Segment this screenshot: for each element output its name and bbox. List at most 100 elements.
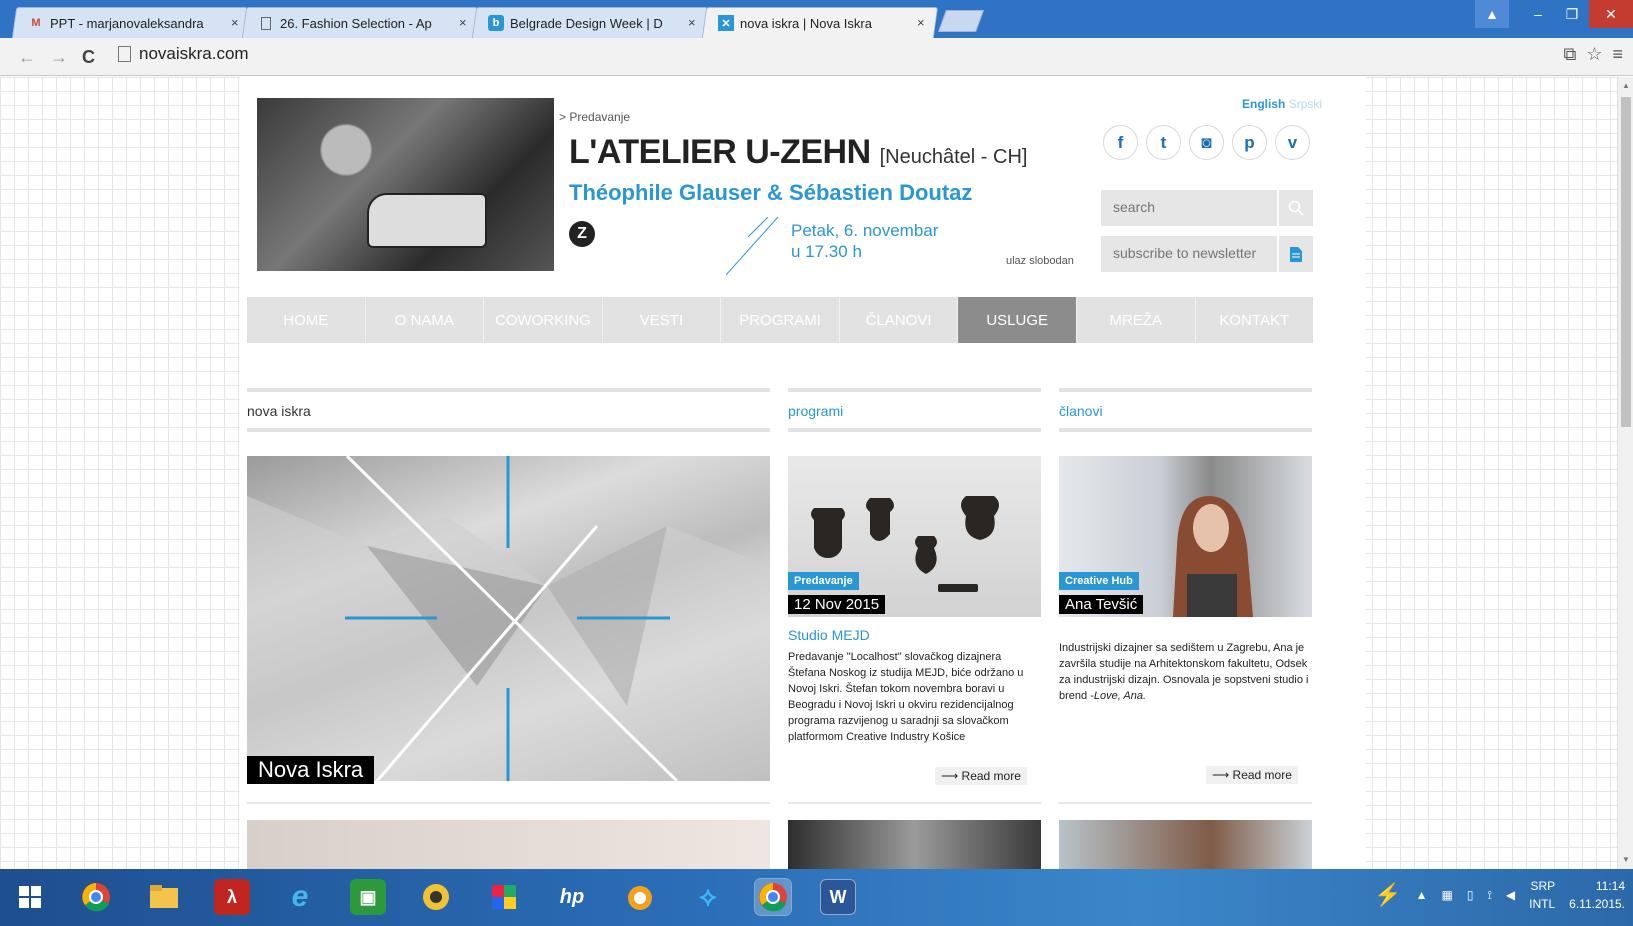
event-location: [Neuchâtel - CH] [879,146,1028,168]
search-input[interactable] [1113,199,1273,215]
newsletter-field [1101,236,1313,272]
program-description: Predavanje "Localhost" slovačkog dizajne… [788,651,1024,743]
forward-icon[interactable]: → [50,47,68,68]
nav-usluge[interactable]: USLUGE [958,297,1077,343]
show-hidden-icons-icon[interactable]: ▲ [1416,888,1428,902]
word-icon[interactable]: W [820,879,856,915]
next-program-image[interactable] [788,820,1041,869]
bdw-icon: b [488,15,504,31]
maximize-button[interactable]: ❐ [1555,0,1589,28]
section-header-programi: programi [788,388,1041,432]
chrome-icon[interactable] [754,878,792,916]
media-player-icon[interactable] [418,879,454,915]
scroll-down-icon[interactable]: ▼ [1622,855,1630,864]
next-member-image[interactable] [1059,820,1312,869]
clock[interactable]: 11:14 6.11.2015. [1569,877,1625,913]
member-name-badge[interactable]: Ana Tevšić [1059,595,1144,614]
tab-title: 26. Fashion Selection - Ap [280,15,432,31]
nav-kontakt[interactable]: KONTAKT [1196,297,1314,343]
nav-clanovi[interactable]: ČLANOVI [840,297,959,343]
telenor-icon[interactable]: ⟡ [690,879,726,915]
program-read-more-button[interactable]: ⟶ Read more [935,767,1027,785]
chrome-icon[interactable] [78,879,114,915]
browser-tab-bar: M PPT - marjanovaleksandra × 26. Fashion… [0,0,1633,38]
search-icon[interactable] [1277,190,1313,226]
nav-o-nama[interactable]: O NAMA [366,297,485,343]
next-feature-image[interactable] [247,820,770,869]
document-icon[interactable] [1277,236,1313,272]
instagram-icon[interactable]: ◙ [1189,125,1224,160]
tab-close-icon[interactable]: × [917,15,925,30]
nav-home[interactable]: HOME [247,297,366,343]
windows-start-icon[interactable] [12,879,48,915]
lang-english[interactable]: English [1242,97,1285,111]
page-icon [118,46,131,62]
close-window-button[interactable]: ✕ [1589,0,1633,28]
notification-icon[interactable]: ⚡ [1374,882,1401,908]
user-icon[interactable]: ▲ [1475,0,1509,28]
new-tab-button[interactable] [937,10,985,32]
file-explorer-icon[interactable] [146,879,182,915]
tab-close-icon[interactable]: × [231,15,239,30]
vimeo-icon[interactable]: v [1275,125,1310,160]
pinterest-icon[interactable]: p [1232,125,1267,160]
lang-serbian[interactable]: Srpski [1289,97,1322,111]
store-icon[interactable]: ▣ [350,879,386,915]
divider [1059,802,1312,804]
tab-close-icon[interactable]: × [459,15,467,30]
menu-icon[interactable]: ≡ [1612,44,1623,65]
event-title[interactable]: L'ATELIER U-ZEHN [Neuchâtel - CH] [569,133,1027,172]
event-kicker: > Predavanje [559,110,631,124]
internet-explorer-icon[interactable]: e [282,879,318,915]
url-text[interactable]: novaiskra.com [139,44,249,64]
event-speakers[interactable]: Théophile Glauser & Sébastien Doutaz [569,180,972,206]
divider [788,802,1041,804]
tab-close-icon[interactable]: × [688,15,696,30]
main-navigation: HOME O NAMA COWORKING VESTI PROGRAMI ČLA… [247,297,1313,343]
divider [247,802,770,804]
paint-icon[interactable] [486,879,522,915]
feature-image[interactable] [247,456,770,781]
nav-vesti[interactable]: VESTI [603,297,722,343]
windows-taskbar: λ e ▣ hp ⟡ W ⚡ ▲ ▦ ▯ ⟟ ◀ SRP INTL 11:14 … [0,869,1633,926]
page-icon [258,15,274,31]
tab-title: PPT - marjanovaleksandra [50,15,204,31]
back-icon[interactable]: ← [18,47,36,68]
program-category-badge[interactable]: Predavanje [788,572,859,590]
social-links: f t ◙ p v [1103,125,1310,160]
page-scrollbar[interactable]: ▲ ▼ [1617,77,1633,869]
newsletter-input[interactable] [1113,245,1273,261]
tab-title: nova iskra | Nova Iskra [740,15,872,31]
nav-mreza[interactable]: MREŽA [1077,297,1196,343]
program-title[interactable]: Studio MEJD [788,627,870,643]
nav-coworking[interactable]: COWORKING [484,297,603,343]
member-read-more-button[interactable]: ⟶ Read more [1206,766,1298,784]
event-photo[interactable] [257,98,554,271]
translate-icon[interactable]: ⧉ [1563,44,1576,65]
wifi-icon[interactable]: ⟟ [1487,888,1491,903]
reload-icon[interactable]: C [82,47,95,68]
volume-icon[interactable]: ◀ [1506,888,1515,902]
facebook-icon[interactable]: f [1103,125,1138,160]
nav-programi[interactable]: PROGRAMI [721,297,840,343]
language-indicator[interactable]: SRP INTL [1529,877,1555,913]
messenger-icon[interactable] [622,879,658,915]
feature-caption[interactable]: Nova Iskra [247,756,375,784]
system-tray: ⚡ ▲ ▦ ▯ ⟟ ◀ SRP INTL 11:14 6.11.2015. [1374,877,1625,913]
member-category-badge[interactable]: Creative Hub [1059,572,1139,590]
battery-icon[interactable]: ▯ [1467,888,1474,902]
address-bar[interactable]: novaiskra.com [118,44,249,64]
network-icon[interactable]: ▦ [1442,888,1453,902]
acrobat-icon[interactable]: λ [214,879,250,915]
minimize-button[interactable]: – [1521,0,1555,28]
bookmark-star-icon[interactable]: ☆ [1586,44,1602,65]
program-image[interactable] [788,456,1041,617]
scroll-up-icon[interactable]: ▲ [1622,81,1630,90]
hp-icon[interactable]: hp [554,879,590,915]
gmail-icon: M [31,17,41,29]
novaiskra-icon: ✕ [718,15,734,31]
scroll-thumb[interactable] [1621,97,1631,427]
program-date-badge: 12 Nov 2015 [788,595,886,614]
member-photo[interactable] [1059,456,1312,617]
twitter-icon[interactable]: t [1146,125,1181,160]
